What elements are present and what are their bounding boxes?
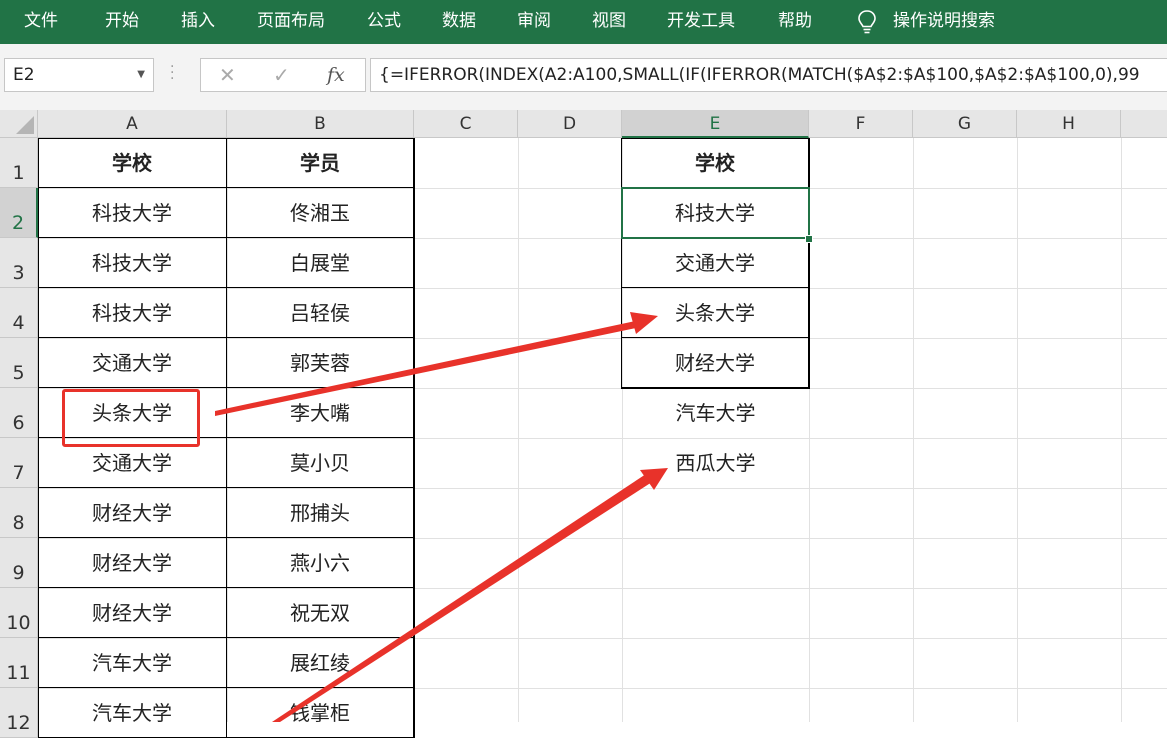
arrow-to-e7 [272, 468, 668, 722]
annotation-arrows [215, 312, 668, 722]
arrow-to-e4 [215, 312, 658, 416]
